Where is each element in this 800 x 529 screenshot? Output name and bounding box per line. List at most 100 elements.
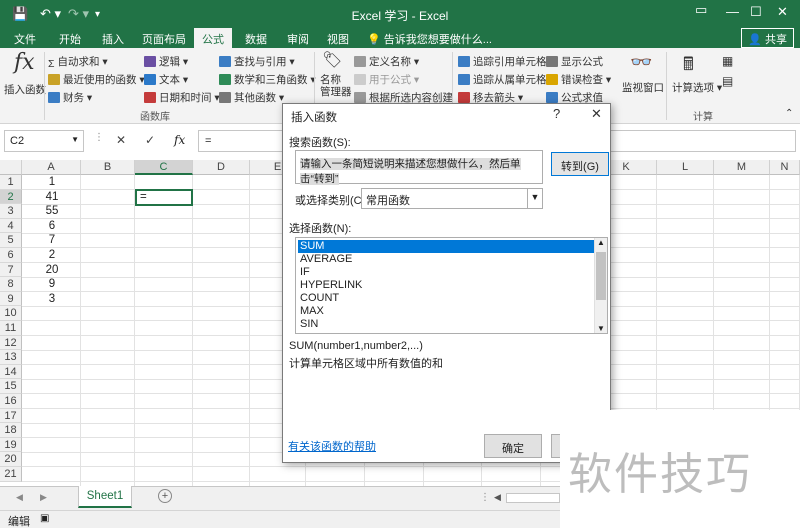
function-item-hyperlink[interactable]: HYPERLINK: [298, 279, 594, 292]
function-item-sin[interactable]: SIN: [298, 318, 594, 331]
scroll-left-icon[interactable]: ◀: [494, 492, 501, 503]
function-item-sum[interactable]: SUM: [298, 240, 594, 253]
share-button[interactable]: 👤 共享: [741, 28, 794, 48]
cancel-entry-icon[interactable]: ✕: [116, 133, 126, 147]
row-header-1[interactable]: 1: [0, 175, 22, 190]
column-header-d[interactable]: D: [193, 160, 250, 175]
row-header-9[interactable]: 9: [0, 291, 22, 307]
next-sheet-icon[interactable]: ▶: [40, 492, 47, 503]
ribbon-options-icon[interactable]: ▭: [695, 2, 707, 18]
row-header-18[interactable]: 18: [0, 423, 22, 438]
prev-sheet-icon[interactable]: ◀: [16, 492, 23, 503]
horizontal-scrollbar[interactable]: [506, 493, 560, 503]
calculate-now-icon[interactable]: ▦: [722, 54, 733, 68]
column-header-m[interactable]: M: [714, 160, 770, 175]
use-in-formula-button[interactable]: 用于公式 ▾: [354, 72, 419, 87]
tab-data[interactable]: 数据: [245, 31, 267, 47]
tab-file[interactable]: 文件: [14, 31, 36, 47]
watch-window-button[interactable]: 监视窗口: [622, 80, 664, 95]
logical-button[interactable]: 逻辑 ▾: [144, 54, 188, 69]
trace-precedents-button[interactable]: 追踪引用单元格: [458, 54, 547, 69]
autosum-button[interactable]: Σ 自动求和 ▾: [48, 54, 108, 70]
tab-page-layout[interactable]: 页面布局: [142, 31, 186, 47]
recently-used-button[interactable]: 最近使用的函数 ▾: [48, 72, 145, 87]
tab-home[interactable]: 开始: [59, 31, 81, 47]
function-help-link[interactable]: 有关该函数的帮助: [288, 438, 376, 454]
column-header-a[interactable]: A: [22, 160, 81, 175]
scroll-options-icon[interactable]: ⋮: [480, 492, 490, 503]
show-formulas-button[interactable]: 显示公式: [546, 54, 603, 69]
cell-a6[interactable]: 2: [22, 248, 82, 263]
function-item-count[interactable]: COUNT: [298, 292, 594, 305]
macro-record-icon[interactable]: ▣: [40, 513, 49, 524]
cell-a5[interactable]: 7: [22, 233, 82, 248]
function-item-if[interactable]: IF: [298, 266, 594, 279]
row-header-11[interactable]: 11: [0, 321, 22, 336]
sheet-tab-sheet1[interactable]: Sheet1: [78, 486, 132, 508]
cell-a9[interactable]: 3: [22, 292, 82, 307]
date-time-button[interactable]: 日期和时间 ▾: [144, 90, 220, 105]
function-item-max[interactable]: MAX: [298, 305, 594, 318]
cell-a3[interactable]: 55: [22, 204, 82, 219]
lookup-reference-button[interactable]: 查找与引用 ▾: [219, 54, 295, 69]
active-cell-c2[interactable]: =: [135, 189, 193, 206]
text-button[interactable]: 文本 ▾: [144, 72, 188, 87]
goto-button[interactable]: 转到(G): [551, 152, 609, 176]
row-header-3[interactable]: 3: [0, 204, 22, 219]
row-header-15[interactable]: 15: [0, 379, 22, 394]
function-item-average[interactable]: AVERAGE: [298, 253, 594, 266]
cell-a1[interactable]: 1: [22, 175, 82, 190]
tab-view[interactable]: 视图: [327, 31, 349, 47]
financial-button[interactable]: 财务 ▾: [48, 90, 92, 105]
tell-me-box[interactable]: 💡 告诉我您想要做什么...: [367, 31, 492, 47]
fx-large-icon[interactable]: fx: [14, 50, 35, 75]
ok-button[interactable]: 确定: [484, 434, 542, 458]
cell-a2[interactable]: 41: [22, 190, 82, 205]
row-header-12[interactable]: 12: [0, 335, 22, 351]
row-header-5[interactable]: 5: [0, 233, 22, 248]
column-header-b[interactable]: B: [81, 160, 135, 175]
cell-a8[interactable]: 9: [22, 277, 82, 292]
dialog-close-button[interactable]: ✕: [591, 106, 602, 122]
select-all-corner[interactable]: [0, 160, 22, 175]
calculation-options-button[interactable]: 计算选项 ▾: [672, 80, 722, 95]
collapse-ribbon-icon[interactable]: ⌃: [785, 108, 793, 119]
tab-review[interactable]: 审阅: [287, 31, 309, 47]
define-name-button[interactable]: 定义名称 ▾: [354, 54, 419, 69]
error-checking-button[interactable]: 错误检查 ▾: [546, 72, 611, 87]
cell-a7[interactable]: 20: [22, 263, 82, 278]
function-list-scrollbar[interactable]: ▲ ▼: [594, 238, 607, 333]
math-trig-button[interactable]: 数学和三角函数 ▾: [219, 72, 316, 87]
row-header-19[interactable]: 19: [0, 437, 22, 453]
row-header-16[interactable]: 16: [0, 394, 22, 409]
row-header-2[interactable]: 2: [0, 189, 22, 205]
row-header-10[interactable]: 10: [0, 306, 22, 321]
help-icon[interactable]: ?: [553, 106, 560, 121]
add-sheet-button[interactable]: +: [158, 489, 172, 503]
tab-formulas[interactable]: 公式: [194, 28, 232, 48]
trace-dependents-button[interactable]: 追踪从属单元格: [458, 72, 547, 87]
row-header-14[interactable]: 14: [0, 364, 22, 380]
column-header-l[interactable]: L: [657, 160, 714, 175]
name-manager-button[interactable]: 名称 管理器: [320, 74, 352, 98]
insert-function-icon[interactable]: fx: [174, 133, 185, 147]
insert-function-button[interactable]: 插入函数: [4, 82, 46, 97]
maximize-button[interactable]: ☐: [750, 4, 762, 20]
watch-window-icon[interactable]: 👓: [630, 52, 652, 73]
row-header-21[interactable]: 21: [0, 467, 22, 482]
row-header-13[interactable]: 13: [0, 350, 22, 365]
calculate-sheet-icon[interactable]: ▤: [722, 74, 733, 88]
minimize-button[interactable]: —: [726, 4, 739, 19]
confirm-entry-icon[interactable]: ✓: [145, 133, 155, 147]
column-header-c[interactable]: C: [135, 160, 193, 175]
row-header-6[interactable]: 6: [0, 248, 22, 263]
more-functions-button[interactable]: 其他函数 ▾: [219, 90, 284, 105]
row-header-20[interactable]: 20: [0, 452, 22, 467]
row-header-8[interactable]: 8: [0, 277, 22, 292]
row-header-4[interactable]: 4: [0, 218, 22, 234]
search-input[interactable]: 请输入一条简短说明来描述您想做什么，然后单击“转到”: [295, 150, 543, 185]
name-box[interactable]: C2 ▼: [4, 130, 84, 152]
column-header-n[interactable]: N: [770, 160, 800, 175]
close-button[interactable]: ✕: [777, 4, 788, 20]
cell-a4[interactable]: 6: [22, 219, 82, 234]
